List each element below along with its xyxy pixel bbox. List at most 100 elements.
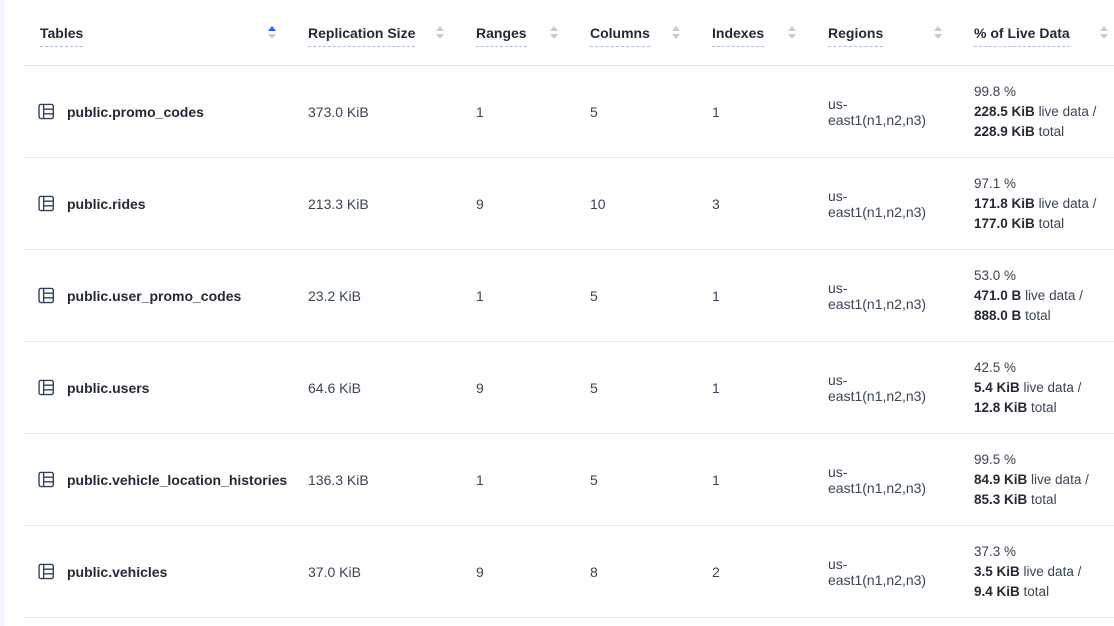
table-name-link[interactable]: public.user_promo_codes bbox=[67, 288, 241, 304]
indexes-cell: 1 bbox=[696, 104, 812, 120]
replication-size-cell: 213.3 KiB bbox=[292, 196, 460, 212]
columns-cell: 8 bbox=[574, 564, 696, 580]
column-header-live-data[interactable]: % of Live Data bbox=[958, 25, 1114, 41]
table-icon bbox=[38, 379, 55, 396]
column-header-label: % of Live Data bbox=[974, 25, 1070, 47]
table-icon bbox=[38, 195, 55, 212]
total-data-line: 85.3 KiB total bbox=[974, 490, 1108, 510]
live-data-cell: 42.5 % 5.4 KiB live data / 12.8 KiB tota… bbox=[958, 358, 1114, 418]
columns-cell: 5 bbox=[574, 104, 696, 120]
live-data-cell: 99.5 % 84.9 KiB live data / 85.3 KiB tot… bbox=[958, 450, 1114, 510]
table-name-link[interactable]: public.promo_codes bbox=[67, 104, 204, 120]
sort-arrows-icon[interactable] bbox=[788, 26, 796, 39]
live-data-line: 3.5 KiB live data / bbox=[974, 562, 1108, 582]
regions-cell: us-east1(n1,n2,n3) bbox=[812, 96, 958, 128]
indexes-cell: 1 bbox=[696, 472, 812, 488]
table-name-cell: public.vehicles bbox=[24, 563, 292, 580]
table-name-link[interactable]: public.vehicle_location_histories bbox=[67, 472, 287, 488]
ranges-cell: 9 bbox=[460, 564, 574, 580]
live-data-line: 84.9 KiB live data / bbox=[974, 470, 1108, 490]
regions-cell: us-east1(n1,n2,n3) bbox=[812, 280, 958, 312]
column-header-label: Ranges bbox=[476, 25, 527, 47]
column-header-label: Tables bbox=[40, 25, 83, 47]
column-header-label: Indexes bbox=[712, 25, 764, 47]
column-header-columns[interactable]: Columns bbox=[574, 25, 696, 41]
live-data-line: 171.8 KiB live data / bbox=[974, 194, 1108, 214]
table-icon bbox=[38, 103, 55, 120]
live-data-line: 228.5 KiB live data / bbox=[974, 102, 1108, 122]
column-header-tables[interactable]: Tables bbox=[24, 25, 292, 41]
total-data-line: 228.9 KiB total bbox=[974, 122, 1108, 142]
live-percent: 99.8 % bbox=[974, 82, 1108, 102]
live-percent: 97.1 % bbox=[974, 174, 1108, 194]
columns-cell: 5 bbox=[574, 472, 696, 488]
live-percent: 37.3 % bbox=[974, 542, 1108, 562]
tables-table: Tables Replication Size Ranges Columns I… bbox=[24, 0, 1114, 618]
live-percent: 42.5 % bbox=[974, 358, 1108, 378]
columns-cell: 5 bbox=[574, 288, 696, 304]
regions-cell: us-east1(n1,n2,n3) bbox=[812, 464, 958, 496]
table-row: public.vehicles 37.0 KiB 9 8 2 us-east1(… bbox=[24, 526, 1114, 618]
total-data-line: 12.8 KiB total bbox=[974, 398, 1108, 418]
regions-cell: us-east1(n1,n2,n3) bbox=[812, 556, 958, 588]
column-header-regions[interactable]: Regions bbox=[812, 25, 958, 41]
table-row: public.user_promo_codes 23.2 KiB 1 5 1 u… bbox=[24, 250, 1114, 342]
indexes-cell: 1 bbox=[696, 380, 812, 396]
live-data-line: 5.4 KiB live data / bbox=[974, 378, 1108, 398]
indexes-cell: 2 bbox=[696, 564, 812, 580]
sort-arrows-icon[interactable] bbox=[934, 26, 942, 39]
sort-arrows-icon[interactable] bbox=[268, 26, 276, 39]
columns-cell: 5 bbox=[574, 380, 696, 396]
sort-arrows-icon[interactable] bbox=[672, 26, 680, 39]
table-row: public.vehicle_location_histories 136.3 … bbox=[24, 434, 1114, 526]
table-icon bbox=[38, 563, 55, 580]
table-name-cell: public.user_promo_codes bbox=[24, 287, 292, 304]
live-percent: 99.5 % bbox=[974, 450, 1108, 470]
column-header-replication-size[interactable]: Replication Size bbox=[292, 25, 460, 41]
replication-size-cell: 136.3 KiB bbox=[292, 472, 460, 488]
live-data-cell: 53.0 % 471.0 B live data / 888.0 B total bbox=[958, 266, 1114, 326]
live-data-cell: 97.1 % 171.8 KiB live data / 177.0 KiB t… bbox=[958, 174, 1114, 234]
table-icon bbox=[38, 471, 55, 488]
table-name-cell: public.promo_codes bbox=[24, 103, 292, 120]
ranges-cell: 1 bbox=[460, 472, 574, 488]
columns-cell: 10 bbox=[574, 196, 696, 212]
table-row: public.rides 213.3 KiB 9 10 3 us-east1(n… bbox=[24, 158, 1114, 250]
table-name-cell: public.vehicle_location_histories bbox=[24, 471, 292, 488]
sort-arrows-icon[interactable] bbox=[550, 26, 558, 39]
live-percent: 53.0 % bbox=[974, 266, 1108, 286]
table-header-row: Tables Replication Size Ranges Columns I… bbox=[24, 0, 1114, 66]
total-data-line: 9.4 KiB total bbox=[974, 582, 1108, 602]
table-name-link[interactable]: public.users bbox=[67, 380, 149, 396]
column-header-indexes[interactable]: Indexes bbox=[696, 25, 812, 41]
indexes-cell: 3 bbox=[696, 196, 812, 212]
ranges-cell: 1 bbox=[460, 104, 574, 120]
table-icon bbox=[38, 287, 55, 304]
sort-arrows-icon[interactable] bbox=[1100, 26, 1108, 39]
ranges-cell: 9 bbox=[460, 380, 574, 396]
column-header-label: Replication Size bbox=[308, 25, 415, 47]
live-data-cell: 37.3 % 3.5 KiB live data / 9.4 KiB total bbox=[958, 542, 1114, 602]
ranges-cell: 9 bbox=[460, 196, 574, 212]
replication-size-cell: 37.0 KiB bbox=[292, 564, 460, 580]
indexes-cell: 1 bbox=[696, 288, 812, 304]
total-data-line: 888.0 B total bbox=[974, 306, 1108, 326]
ranges-cell: 1 bbox=[460, 288, 574, 304]
column-header-label: Regions bbox=[828, 25, 883, 47]
replication-size-cell: 23.2 KiB bbox=[292, 288, 460, 304]
table-name-link[interactable]: public.rides bbox=[67, 196, 146, 212]
column-header-ranges[interactable]: Ranges bbox=[460, 25, 574, 41]
sort-arrows-icon[interactable] bbox=[436, 26, 444, 39]
table-name-cell: public.users bbox=[24, 379, 292, 396]
live-data-cell: 99.8 % 228.5 KiB live data / 228.9 KiB t… bbox=[958, 82, 1114, 142]
table-name-link[interactable]: public.vehicles bbox=[67, 564, 167, 580]
regions-cell: us-east1(n1,n2,n3) bbox=[812, 372, 958, 404]
replication-size-cell: 373.0 KiB bbox=[292, 104, 460, 120]
total-data-line: 177.0 KiB total bbox=[974, 214, 1108, 234]
table-row: public.promo_codes 373.0 KiB 1 5 1 us-ea… bbox=[24, 66, 1114, 158]
table-row: public.users 64.6 KiB 9 5 1 us-east1(n1,… bbox=[24, 342, 1114, 434]
replication-size-cell: 64.6 KiB bbox=[292, 380, 460, 396]
page-left-gutter bbox=[0, 0, 5, 626]
regions-cell: us-east1(n1,n2,n3) bbox=[812, 188, 958, 220]
column-header-label: Columns bbox=[590, 25, 650, 47]
